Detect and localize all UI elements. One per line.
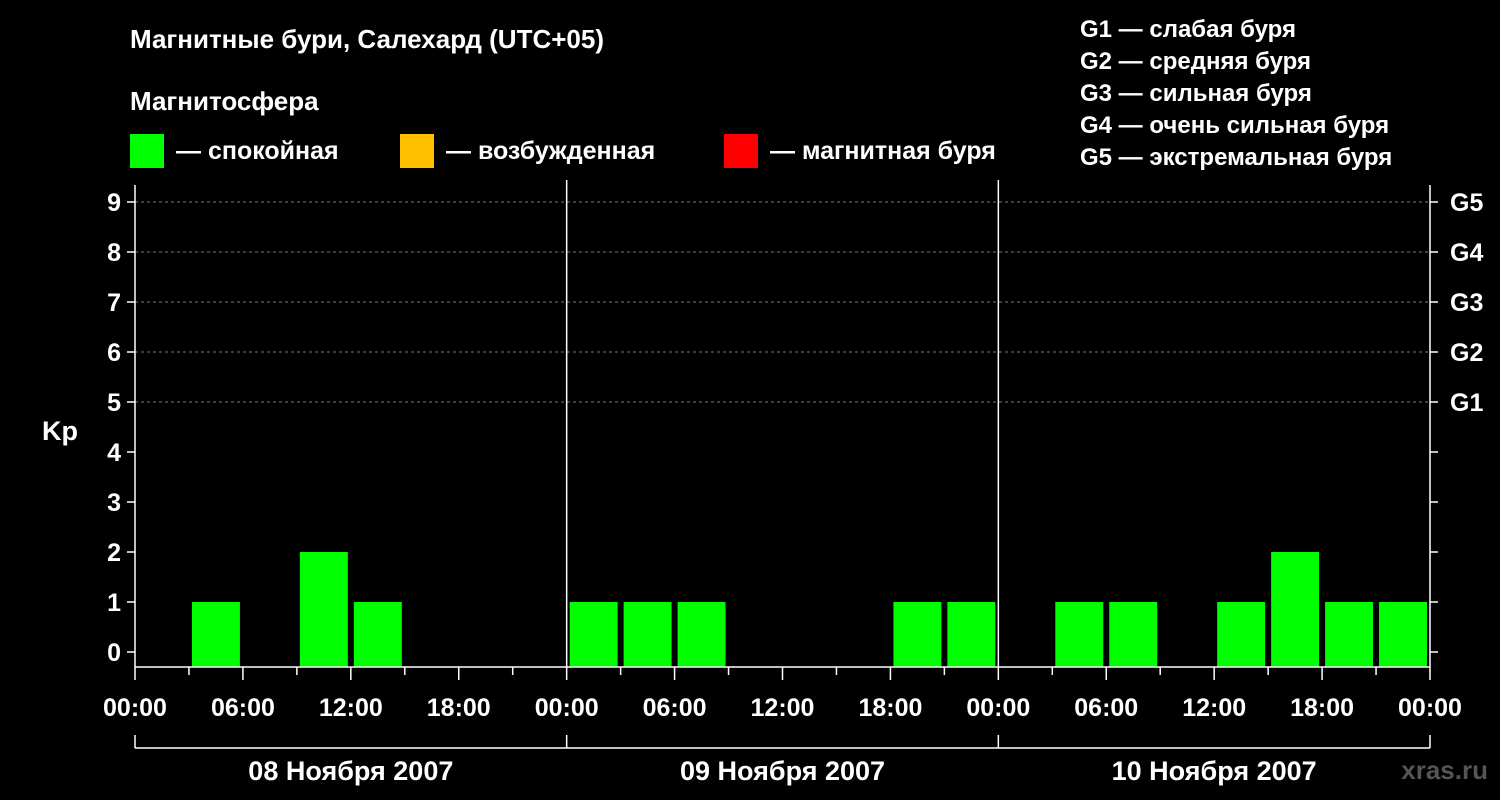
x-tick-label: 12:00 (319, 694, 383, 722)
kp-bar (1325, 602, 1374, 667)
kp-bar (677, 602, 726, 667)
y-tick-label: 1 (107, 589, 121, 617)
g-level-label: G3 (1450, 289, 1483, 317)
x-tick-label: 12:00 (1182, 694, 1246, 722)
x-tick-label: 18:00 (427, 694, 491, 722)
x-tick-label: 00:00 (103, 694, 167, 722)
kp-bar (569, 602, 618, 667)
x-tick-label: 00:00 (966, 694, 1030, 722)
y-tick-label: 5 (107, 389, 121, 417)
y-tick-label: 0 (107, 639, 121, 667)
y-tick-label: 8 (107, 239, 121, 267)
g-level-label: G2 (1450, 339, 1483, 367)
kp-bar (1271, 552, 1320, 667)
y-tick-label: 2 (107, 539, 121, 567)
kp-bar (1217, 602, 1266, 667)
kp-bar (893, 602, 942, 667)
watermark: xras.ru (1401, 755, 1488, 785)
x-tick-label: 18:00 (1290, 694, 1354, 722)
y-axis-label: Kp (42, 416, 78, 446)
kp-bar (1109, 602, 1158, 667)
day-label: 10 Ноября 2007 (1112, 756, 1317, 786)
y-tick-label: 4 (107, 439, 121, 467)
y-tick-label: 9 (107, 189, 121, 217)
kp-bar (299, 552, 348, 667)
x-tick-label: 06:00 (643, 694, 707, 722)
kp-bar-chart: 0 1 2 3 4 5 6 7 8 9 G1 G2 G3 G4 G5 Kp 00:00 06:00 12:00 18:… (42, 180, 1483, 786)
kp-bar (947, 602, 996, 667)
x-tick-label: 00:00 (535, 694, 599, 722)
kp-bar (353, 602, 402, 667)
g-level-label: G1 (1450, 389, 1483, 417)
day-label: 08 Ноября 2007 (248, 756, 453, 786)
y-tick-label: 3 (107, 489, 121, 517)
x-tick-label: 06:00 (211, 694, 275, 722)
g-level-label: G4 (1450, 239, 1483, 267)
x-tick-label: 00:00 (1398, 694, 1462, 722)
y-tick-label: 7 (107, 289, 121, 317)
g-level-label: G5 (1450, 189, 1483, 217)
x-tick-label: 12:00 (751, 694, 815, 722)
kp-bar (1055, 602, 1104, 667)
kp-bar (623, 602, 672, 667)
x-tick-label: 18:00 (858, 694, 922, 722)
y-tick-label: 6 (107, 339, 121, 367)
x-tick-label: 06:00 (1074, 694, 1138, 722)
day-label: 09 Ноября 2007 (680, 756, 885, 786)
kp-bar (1379, 602, 1427, 667)
kp-bar (191, 602, 240, 667)
